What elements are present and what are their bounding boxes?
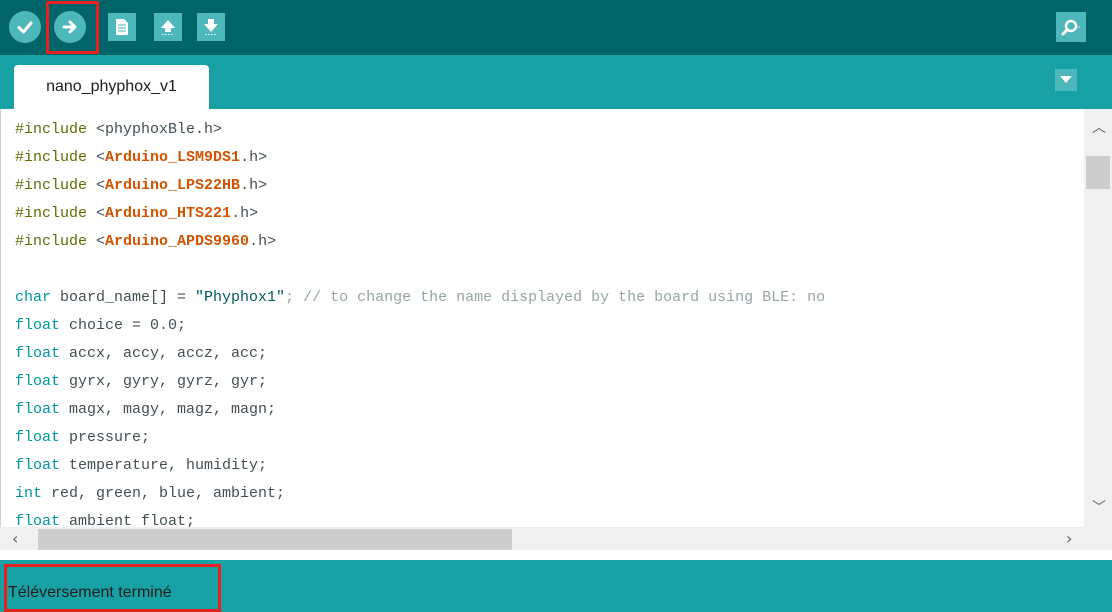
new-file-icon [116, 19, 128, 35]
code-token: float [15, 401, 61, 418]
code-token: choice = 0.0; [60, 317, 187, 334]
code-token: #include [15, 205, 88, 222]
save-button[interactable] [197, 13, 225, 41]
code-token: float [15, 317, 61, 334]
code-token: float [15, 373, 61, 390]
code-token: char [15, 289, 52, 306]
code-token: accx, accy, accz, acc; [60, 345, 268, 362]
status-highlight [4, 564, 221, 612]
code-token: < [87, 233, 106, 250]
code-token: #include [15, 233, 88, 250]
code-token: Arduino_HTS221 [105, 205, 232, 222]
code-line: float pressure; [15, 424, 1085, 452]
code-token: < [87, 205, 106, 222]
open-button[interactable] [154, 13, 182, 41]
scroll-down-icon[interactable]: ﹀ [1092, 497, 1106, 517]
code-token: float [15, 345, 61, 362]
chevron-down-icon [1060, 76, 1072, 83]
code-token: < [87, 177, 106, 194]
code-line: float temperature, humidity; [15, 452, 1085, 480]
code-token: float [15, 457, 61, 474]
serial-monitor-button[interactable] [1056, 12, 1086, 42]
code-token: .h> [231, 205, 259, 222]
code-line: float choice = 0.0; [15, 312, 1085, 340]
scroll-up-icon[interactable]: ︿ [1092, 117, 1106, 137]
tab-bar: nano_phyphox_v1 [0, 55, 1112, 109]
code-token: Arduino_APDS9960 [105, 233, 250, 250]
code-line: float accx, accy, accz, acc; [15, 340, 1085, 368]
code-line: int red, green, blue, ambient; [15, 480, 1085, 508]
code-line: char board_name[] = "Phyphox1"; // to ch… [15, 284, 1085, 312]
code-token: red, green, blue, ambient; [42, 485, 286, 502]
code-token: <phyphoxBle.h> [87, 121, 223, 138]
scroll-right-icon[interactable]: › [1066, 529, 1072, 548]
code-token: < [87, 149, 106, 166]
code-token: #include [15, 177, 88, 194]
code-token: .h> [240, 177, 268, 194]
tab-label: nano_phyphox_v1 [46, 78, 177, 95]
code-token: .h> [249, 233, 277, 250]
code-token: #include [15, 121, 88, 138]
code-line: #include <Arduino_APDS9960.h> [15, 228, 1085, 256]
code-token: pressure; [60, 429, 151, 446]
code-token: board_name[] = [51, 289, 196, 306]
code-token: gyrx, gyry, gyrz, gyr; [60, 373, 268, 390]
code-token: int [15, 485, 43, 502]
scroll-left-icon[interactable]: ‹ [12, 529, 18, 548]
magnifier-icon [1061, 19, 1081, 36]
arrow-down-icon [204, 19, 218, 35]
code-editor[interactable]: #include <phyphoxBle.h> #include <Arduino… [0, 109, 1112, 550]
code-line: #include <Arduino_LPS22HB.h> [15, 172, 1085, 200]
check-icon [17, 21, 33, 34]
tab-nano-phyphox-v1[interactable]: nano_phyphox_v1 [14, 65, 209, 109]
code-token: Arduino_LPS22HB [105, 177, 241, 194]
horizontal-scroll-thumb[interactable] [38, 529, 512, 550]
code-line: #include <Arduino_HTS221.h> [15, 200, 1085, 228]
code-line: #include <Arduino_LSM9DS1.h> [15, 144, 1085, 172]
code-token: #include [15, 149, 88, 166]
status-separator [0, 550, 1112, 560]
code-token: Arduino_LSM9DS1 [105, 149, 241, 166]
arrow-up-icon [161, 20, 175, 35]
code-token: ; // to change the name displayed by the… [285, 289, 826, 306]
code-line: #include <phyphoxBle.h> [15, 116, 1085, 144]
toolbar [0, 0, 1112, 55]
verify-button[interactable] [9, 11, 41, 43]
code-token: "Phyphox1" [195, 289, 286, 306]
code-text[interactable]: #include <phyphoxBle.h> #include <Arduino… [15, 116, 1085, 534]
code-token: float [15, 429, 61, 446]
tab-menu-button[interactable] [1055, 69, 1077, 91]
code-token: .h> [240, 149, 268, 166]
code-line: float gyrx, gyry, gyrz, gyr; [15, 368, 1085, 396]
code-token: temperature, humidity; [60, 457, 268, 474]
new-button[interactable] [108, 13, 136, 41]
code-token: magx, magy, magz, magn; [60, 401, 277, 418]
code-line: float magx, magy, magz, magn; [15, 396, 1085, 424]
vertical-scroll-thumb[interactable] [1086, 156, 1110, 189]
upload-highlight [46, 1, 99, 54]
